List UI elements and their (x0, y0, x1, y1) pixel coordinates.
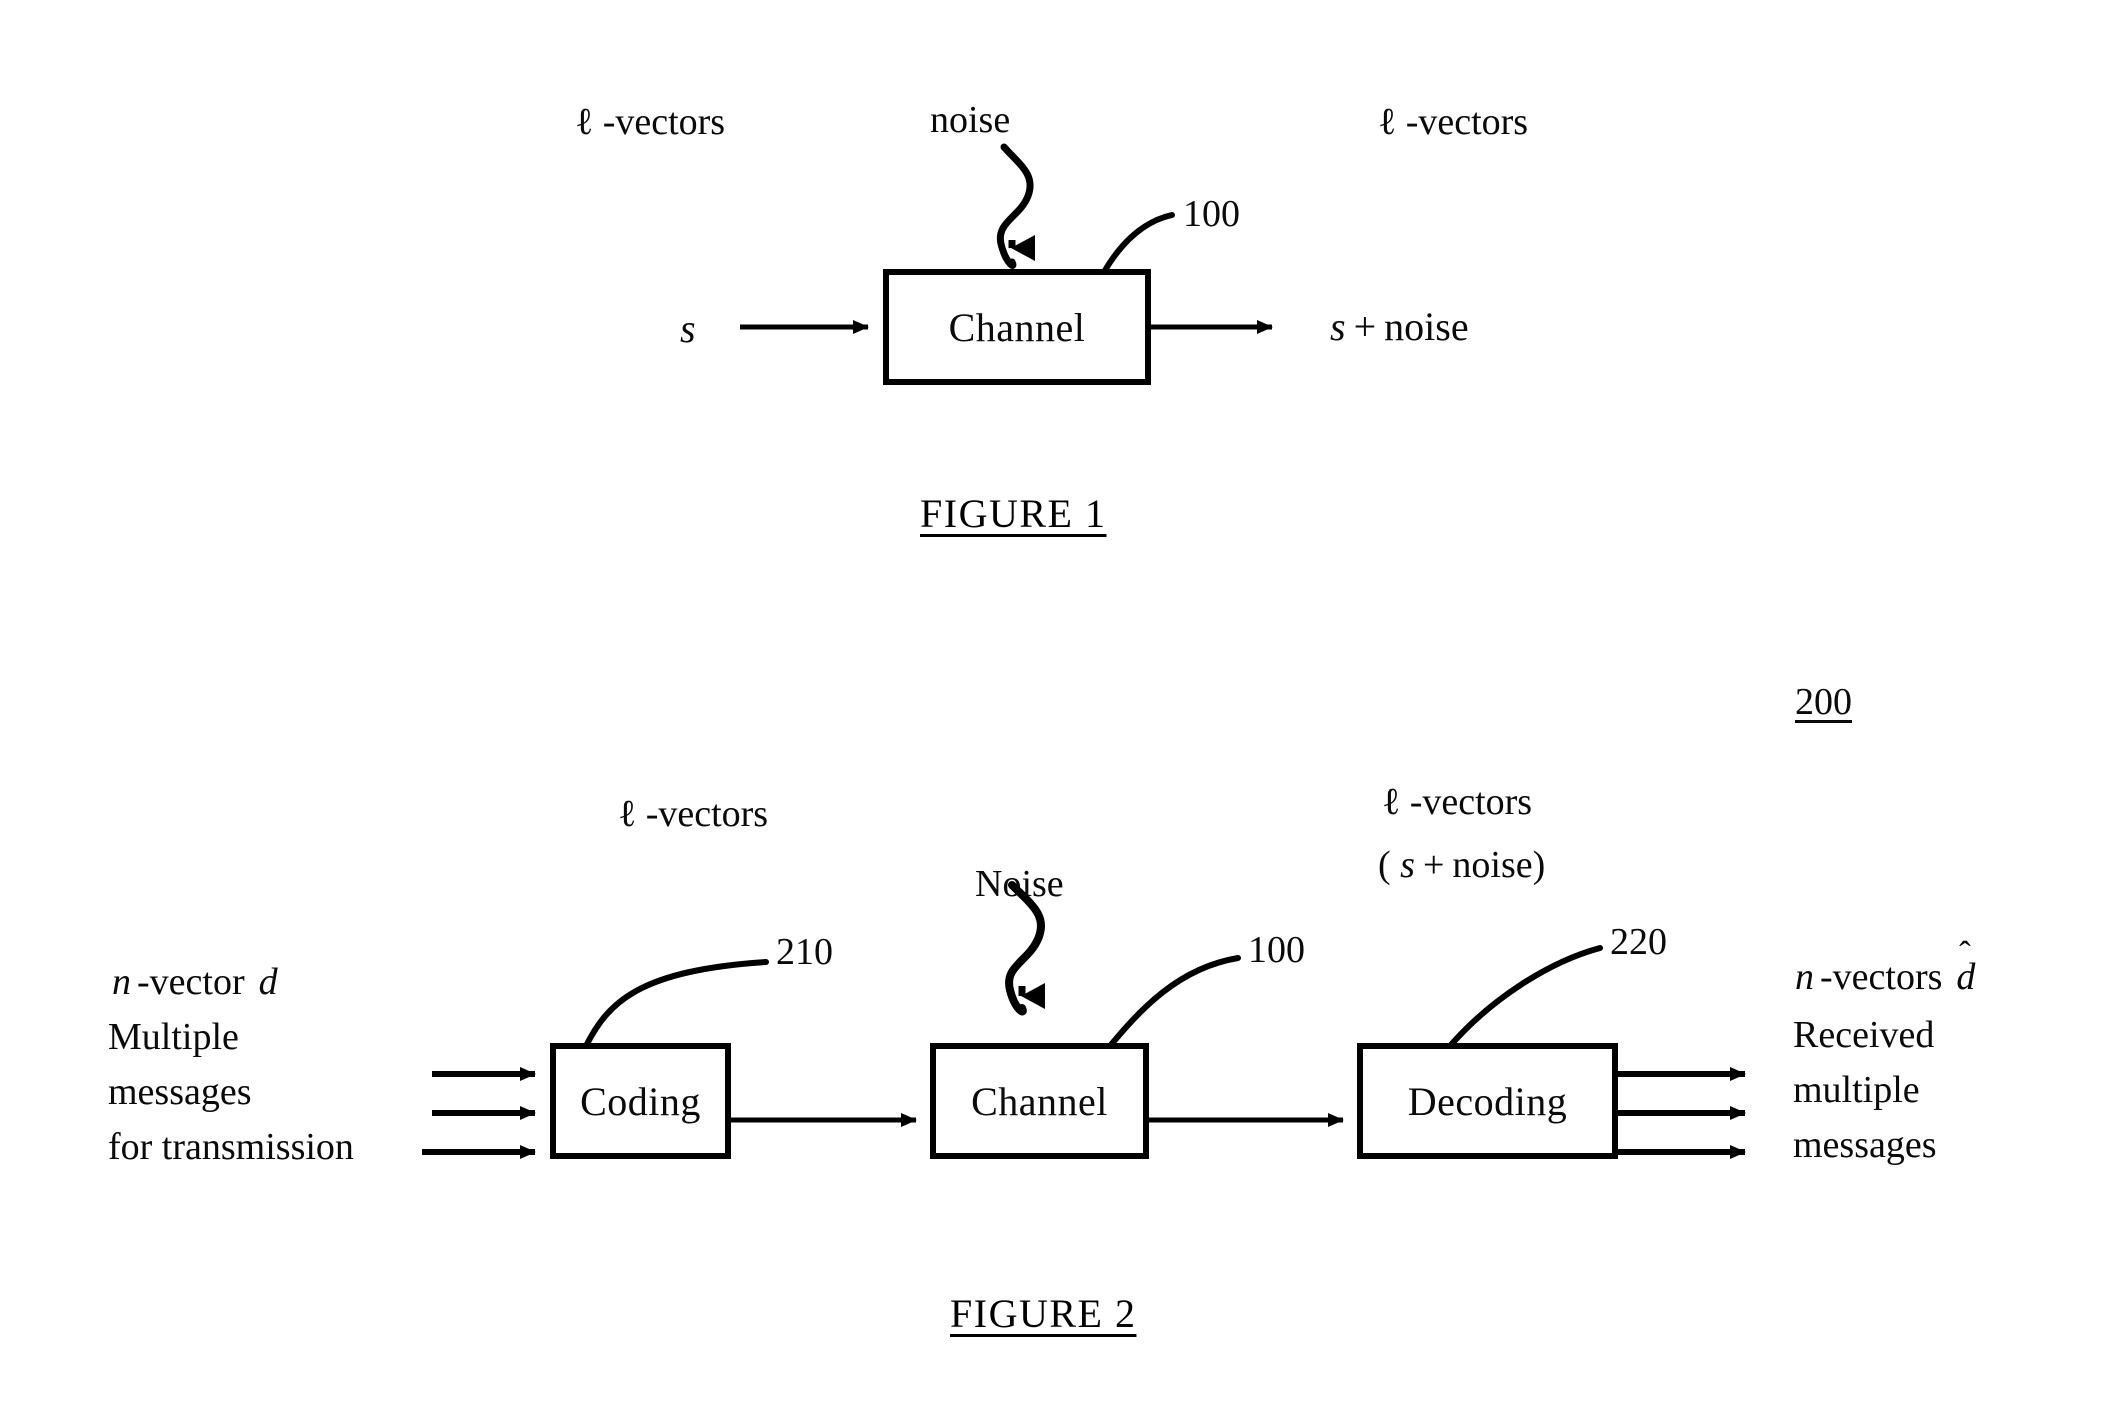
figure2-system-reference-200: 200 (1795, 681, 1852, 723)
figure2-left-caption-line-4: for transmission (108, 1126, 354, 1168)
circumflex-accent-icon: ˆ (1959, 934, 1971, 974)
patent-figure-page: ℓ -vectors noise ℓ -vectors s s + noise 10… (0, 0, 2127, 1406)
figure1-channel-box-label: Channel (948, 304, 1086, 350)
figure1-output-signal-label: s + noise (1330, 303, 1469, 350)
figure2-right-caption-line-4: messages (1793, 1124, 1937, 1166)
figure2-decoder-input-signal-variable: s (1400, 844, 1415, 886)
figure1-input-signal-label: s (680, 306, 696, 351)
figure2-left-n-variable: n (112, 961, 131, 1003)
figure2-decoding-box-label: Decoding (1407, 1078, 1568, 1124)
figure2-right-vectors-word: -vectors (1820, 956, 1943, 998)
figure2-left-caption-line-2: Multiple (108, 1016, 239, 1058)
figure2-right-n-variable: n (1795, 956, 1814, 998)
figure2-right-caption-line-1: n -vectors ˆ d (1795, 934, 1975, 1000)
figure2-coding-output-vectors-label: ℓ -vectors (618, 793, 769, 835)
figure2-decoder-input-vectors-label: ℓ -vectors (1382, 781, 1533, 823)
figure2-reference-number-220: 220 (1610, 921, 1667, 963)
figure2-reference-leader-220 (1447, 945, 1603, 1049)
figure2-left-caption-line-1: n -vector d (112, 960, 278, 1005)
figure1-input-vectors-label: ℓ -vectors (575, 101, 726, 143)
figure2-right-caption-line-3: multiple (1793, 1069, 1920, 1111)
figure2-right-caption-line-2: Received (1793, 1014, 1935, 1056)
figure1-output-signal-term: noise (1384, 304, 1469, 349)
figure1-output-signal-variable: s (1330, 304, 1346, 349)
figure2-noise-label: Noise (975, 863, 1064, 905)
figure2-decoder-input-operator: + (1422, 844, 1445, 886)
figure2-decoder-input-noise-term: noise (1452, 844, 1533, 886)
figure2-decoder-input-expression: ( s + noise) (1378, 844, 1546, 886)
figure1-output-signal-operator: + (1353, 304, 1377, 349)
figure1-noise-label: noise (930, 99, 1011, 141)
figure2-left-vector-word: -vector (137, 961, 245, 1003)
figure2-left-caption-line-3: messages (108, 1071, 252, 1113)
figure1-caption: FIGURE 1 (920, 491, 1107, 536)
figure2-coding-box-label: Coding (580, 1078, 701, 1124)
figure1-reference-leader-100 (1101, 212, 1175, 275)
figure2-reference-number-100: 100 (1248, 929, 1305, 971)
figure2-reference-leader-210 (583, 959, 769, 1049)
figure1-noise-squiggle-arrow (996, 143, 1035, 269)
figure2-output-arrows (1615, 1067, 1746, 1159)
figure2-channel-box-label: Channel (971, 1078, 1108, 1124)
figure2-reference-leader-100 (1107, 955, 1241, 1049)
figure1-reference-number-100: 100 (1183, 193, 1240, 235)
figure2-caption: FIGURE 2 (950, 1291, 1137, 1336)
figure2-reference-number-210: 210 (776, 931, 833, 973)
figure2-right-d-hat-variable: ˆd (1956, 934, 1975, 1000)
figure1-output-vectors-label: ℓ -vectors (1378, 101, 1529, 143)
figure2-left-d-variable: d (258, 961, 278, 1003)
figure2-input-arrows (422, 1067, 536, 1159)
